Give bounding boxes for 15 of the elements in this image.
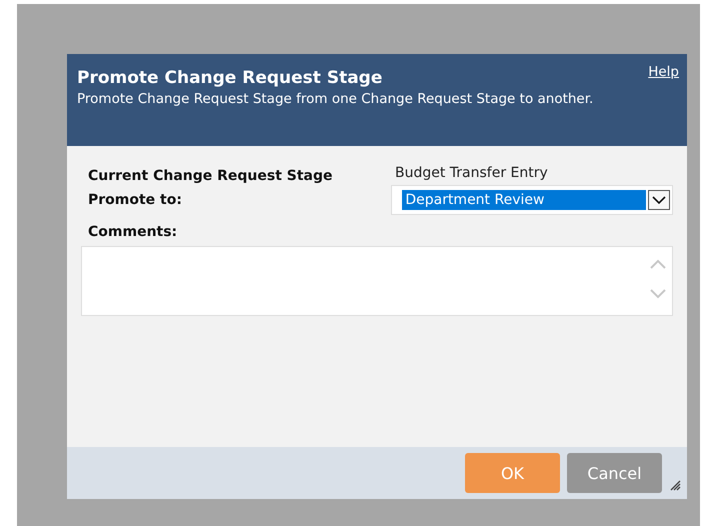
comments-label: Comments: xyxy=(87,224,178,240)
comments-field[interactable] xyxy=(81,246,673,316)
ok-button[interactable]: OK xyxy=(465,453,560,493)
help-link[interactable]: Help xyxy=(648,64,679,80)
scroll-down-icon[interactable] xyxy=(648,287,668,301)
cancel-button[interactable]: Cancel xyxy=(567,453,662,493)
stage-dropdown[interactable]: Department Review xyxy=(391,185,673,215)
caret-icon xyxy=(648,190,670,210)
resize-grip-icon[interactable] xyxy=(669,479,681,491)
dialog-title: Promote Change Request Stage xyxy=(77,68,384,88)
field-value: Budget Transfer Entry xyxy=(395,165,548,181)
dialog-subtitle: Promote Change Request Stage from one Change Request Stage to another. xyxy=(77,90,594,108)
field-label: Promote to: xyxy=(87,192,183,208)
field-label: Current Change Request Stage xyxy=(87,168,334,184)
scroll-up-icon[interactable] xyxy=(648,257,668,271)
